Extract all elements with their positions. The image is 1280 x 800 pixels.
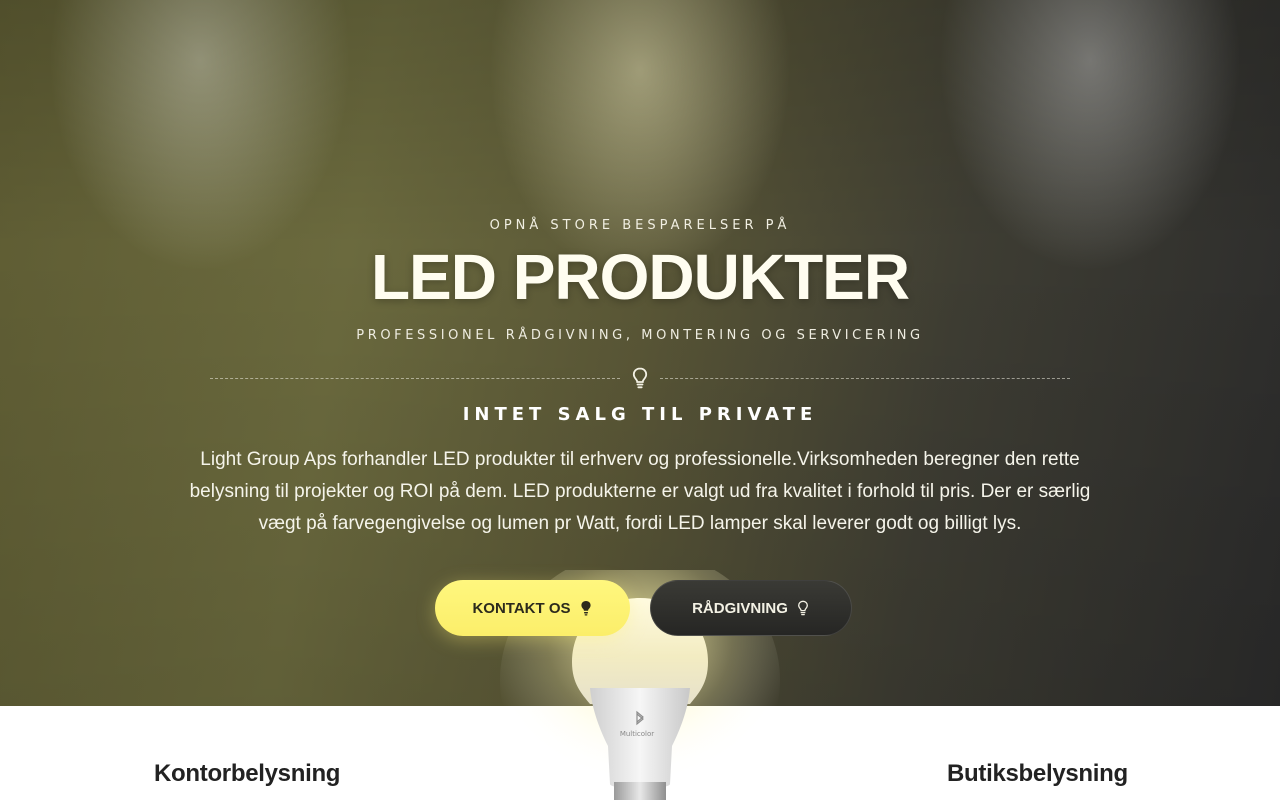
divider-line-left — [210, 378, 620, 379]
hero-title: LED PRODUKTER — [370, 241, 910, 313]
hero-subtitle: PROFESSIONEL RÅDGIVNING, MONTERING OG SE… — [356, 328, 924, 343]
hero-tagline: INTET SALG TIL PRIVATE — [462, 404, 818, 425]
advice-button-label: RÅDGIVNING — [692, 599, 788, 617]
contact-button-label: KONTAKT OS — [472, 599, 571, 617]
advice-button[interactable]: RÅDGIVNING — [650, 580, 852, 636]
divider-line-right — [660, 378, 1070, 379]
hero-description: Light Group Aps forhandler LED produkter… — [189, 449, 1091, 534]
lightbulb-outline-icon — [632, 367, 648, 389]
hero-divider — [210, 366, 1070, 390]
lamp-brand-text: Multicolor — [620, 730, 654, 738]
shop-lighting-heading: Butiksbelysning — [947, 760, 1128, 787]
hero-eyebrow: OPNÅ STORE BESPARELSER PÅ — [489, 218, 791, 233]
lightbulb-outline-icon — [797, 600, 808, 616]
lightbulb-filled-icon — [580, 601, 591, 616]
office-lighting-heading: Kontorbelysning — [154, 760, 341, 787]
contact-button[interactable]: KONTAKT OS — [435, 580, 630, 636]
